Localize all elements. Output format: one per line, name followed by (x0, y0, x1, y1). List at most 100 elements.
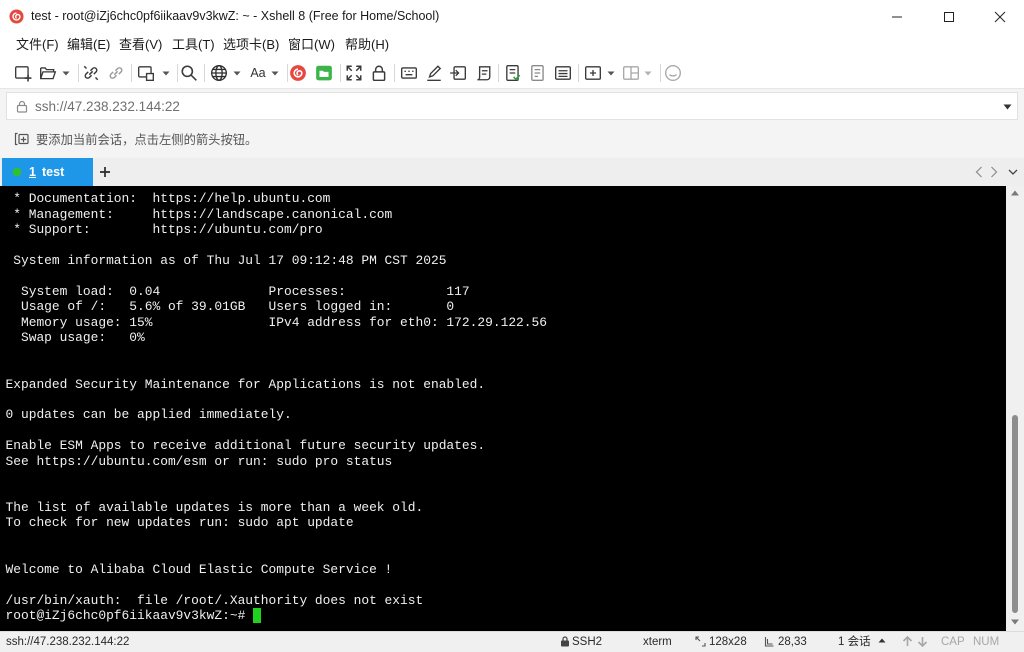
terminal-size-icon (695, 636, 706, 647)
status-protocol: SSH2 (572, 636, 603, 648)
arrow-up-icon[interactable] (902, 636, 913, 647)
new-session-icon[interactable] (14, 64, 32, 82)
status-bar: ssh://47.238.232.144:22 SSH2 xterm 128x2… (0, 631, 1024, 652)
minimize-button[interactable] (874, 0, 920, 33)
toolbar-separator (204, 64, 205, 82)
script-icon[interactable] (474, 64, 492, 82)
fullscreen-icon[interactable] (345, 64, 363, 82)
keyboard-icon[interactable] (400, 64, 418, 82)
tab-menu-icon[interactable] (1008, 169, 1018, 175)
terminal-line: Usage of /: 5.6% of 39.01GB Users logged… (5, 299, 455, 315)
address-bar: ssh://47.238.232.144:22 (0, 89, 1024, 124)
lock-icon (16, 100, 28, 113)
terminal-line: * Support: https://ubuntu.com/pro (5, 222, 323, 238)
maximize-button[interactable] (926, 0, 972, 33)
menu-tools[interactable]: 工具(T) (172, 37, 215, 53)
terminal-line: 0 updates can be applied immediately. (5, 407, 292, 423)
new-window-icon[interactable] (137, 64, 155, 82)
menu-window[interactable]: 窗口(W) (288, 37, 335, 53)
layout-icon[interactable] (622, 64, 640, 82)
xftp-icon[interactable] (315, 64, 333, 82)
links-bar: 要添加当前会话，点击左侧的箭头按钮。 (0, 124, 1024, 158)
disconnect-icon[interactable] (107, 64, 125, 82)
terminal-line: System load: 0.04 Processes: 117 (5, 283, 470, 299)
layout-dropdown-icon[interactable] (644, 71, 652, 76)
font-icon[interactable]: Aa (248, 64, 268, 82)
status-size: 128x28 (709, 636, 747, 648)
menu-help[interactable]: 帮助(H) (345, 37, 389, 53)
toolbar-separator (498, 64, 499, 82)
terminal-line: The list of available updates is more th… (5, 500, 424, 516)
font-dropdown-icon[interactable] (271, 71, 279, 76)
open-session-icon[interactable] (39, 64, 57, 82)
compose-bar-icon[interactable] (504, 64, 522, 82)
scroll-down-icon[interactable] (1010, 619, 1020, 625)
status-caps-lock: CAP (941, 636, 965, 648)
highlight-icon[interactable] (425, 64, 443, 82)
cursor-position-icon (764, 636, 775, 647)
terminal-scrollbar[interactable] (1006, 186, 1024, 631)
terminal-pane[interactable]: * Documentation: https://help.ubuntu.com… (0, 186, 1006, 631)
scrollbar-thumb[interactable] (1012, 415, 1018, 613)
open-session-dropdown-icon[interactable] (62, 71, 70, 76)
status-sessions[interactable]: 1 会话 (838, 635, 871, 649)
encoding-globe-icon[interactable] (210, 64, 228, 82)
add-session-icon[interactable] (14, 131, 30, 147)
toolbar-separator (287, 64, 288, 82)
reconnect-icon[interactable] (82, 64, 100, 82)
terminal-line: Welcome to Alibaba Cloud Elastic Compute… (5, 561, 393, 577)
minimize-icon (892, 16, 902, 17)
compose-pane-icon[interactable] (529, 64, 547, 82)
terminal-prompt-line: root@iZj6chc0pf6iikaav9v3kwZ:~# (6, 608, 548, 624)
arrow-down-icon[interactable] (917, 636, 928, 647)
chevron-right-icon[interactable] (990, 166, 998, 178)
terminal-line: * Documentation: https://help.ubuntu.com (5, 191, 331, 207)
address-value: ssh://47.238.232.144:22 (35, 99, 180, 114)
menu-view[interactable]: 查看(V) (119, 37, 162, 53)
terminal-cursor (253, 608, 261, 624)
xshell-icon[interactable] (289, 64, 307, 82)
sessions-menu-icon[interactable] (878, 638, 886, 643)
terminal-line: /usr/bin/xauth: file /root/.Xauthority d… (5, 592, 424, 608)
terminal-output: * Documentation: https://help.ubuntu.com… (5, 191, 548, 624)
scroll-up-icon[interactable] (1010, 190, 1020, 196)
new-tab-icon[interactable] (584, 64, 602, 82)
terminal-line: To check for new updates run: sudo apt u… (5, 515, 354, 531)
find-icon[interactable] (180, 64, 198, 82)
tab-label: test (42, 165, 65, 179)
toolbar-separator (394, 64, 395, 82)
new-window-dropdown-icon[interactable] (162, 71, 170, 76)
chevron-left-icon[interactable] (975, 166, 983, 178)
xshell-logo-icon (9, 9, 24, 24)
quick-commands-icon[interactable] (554, 64, 572, 82)
send-key-icon[interactable] (449, 64, 467, 82)
terminal-line: * Management: https://landscape.canonica… (5, 206, 393, 222)
toolbar-separator (340, 64, 341, 82)
dropdown-icon[interactable] (1003, 104, 1012, 110)
toolbar-separator (660, 64, 661, 82)
terminal-line: Memory usage: 15% IPv4 address for eth0:… (5, 314, 547, 330)
toolbar-separator (131, 64, 132, 82)
terminal-line: See https://ubuntu.com/esm or run: sudo … (5, 453, 393, 469)
menu-file[interactable]: 文件(F) (16, 37, 59, 53)
add-tab-icon[interactable] (99, 166, 111, 178)
terminal-line: Swap usage: 0% (5, 330, 145, 346)
encoding-dropdown-icon[interactable] (233, 71, 241, 76)
new-tab-dropdown-icon[interactable] (607, 71, 615, 76)
title-bar[interactable]: test - root@iZj6chc0pf6iikaav9v3kwZ: ~ -… (0, 0, 1024, 33)
close-button[interactable] (976, 0, 1024, 33)
menu-tab[interactable]: 选项卡(B) (223, 37, 279, 53)
hint-text: 要添加当前会话，点击左侧的箭头按钮。 (36, 133, 258, 147)
chat-icon[interactable] (664, 64, 682, 82)
lock-icon[interactable] (370, 64, 388, 82)
menu-edit[interactable]: 编辑(E) (67, 37, 110, 53)
tab-session-test[interactable]: 1 test (2, 158, 93, 186)
address-input[interactable]: ssh://47.238.232.144:22 (6, 92, 1018, 120)
